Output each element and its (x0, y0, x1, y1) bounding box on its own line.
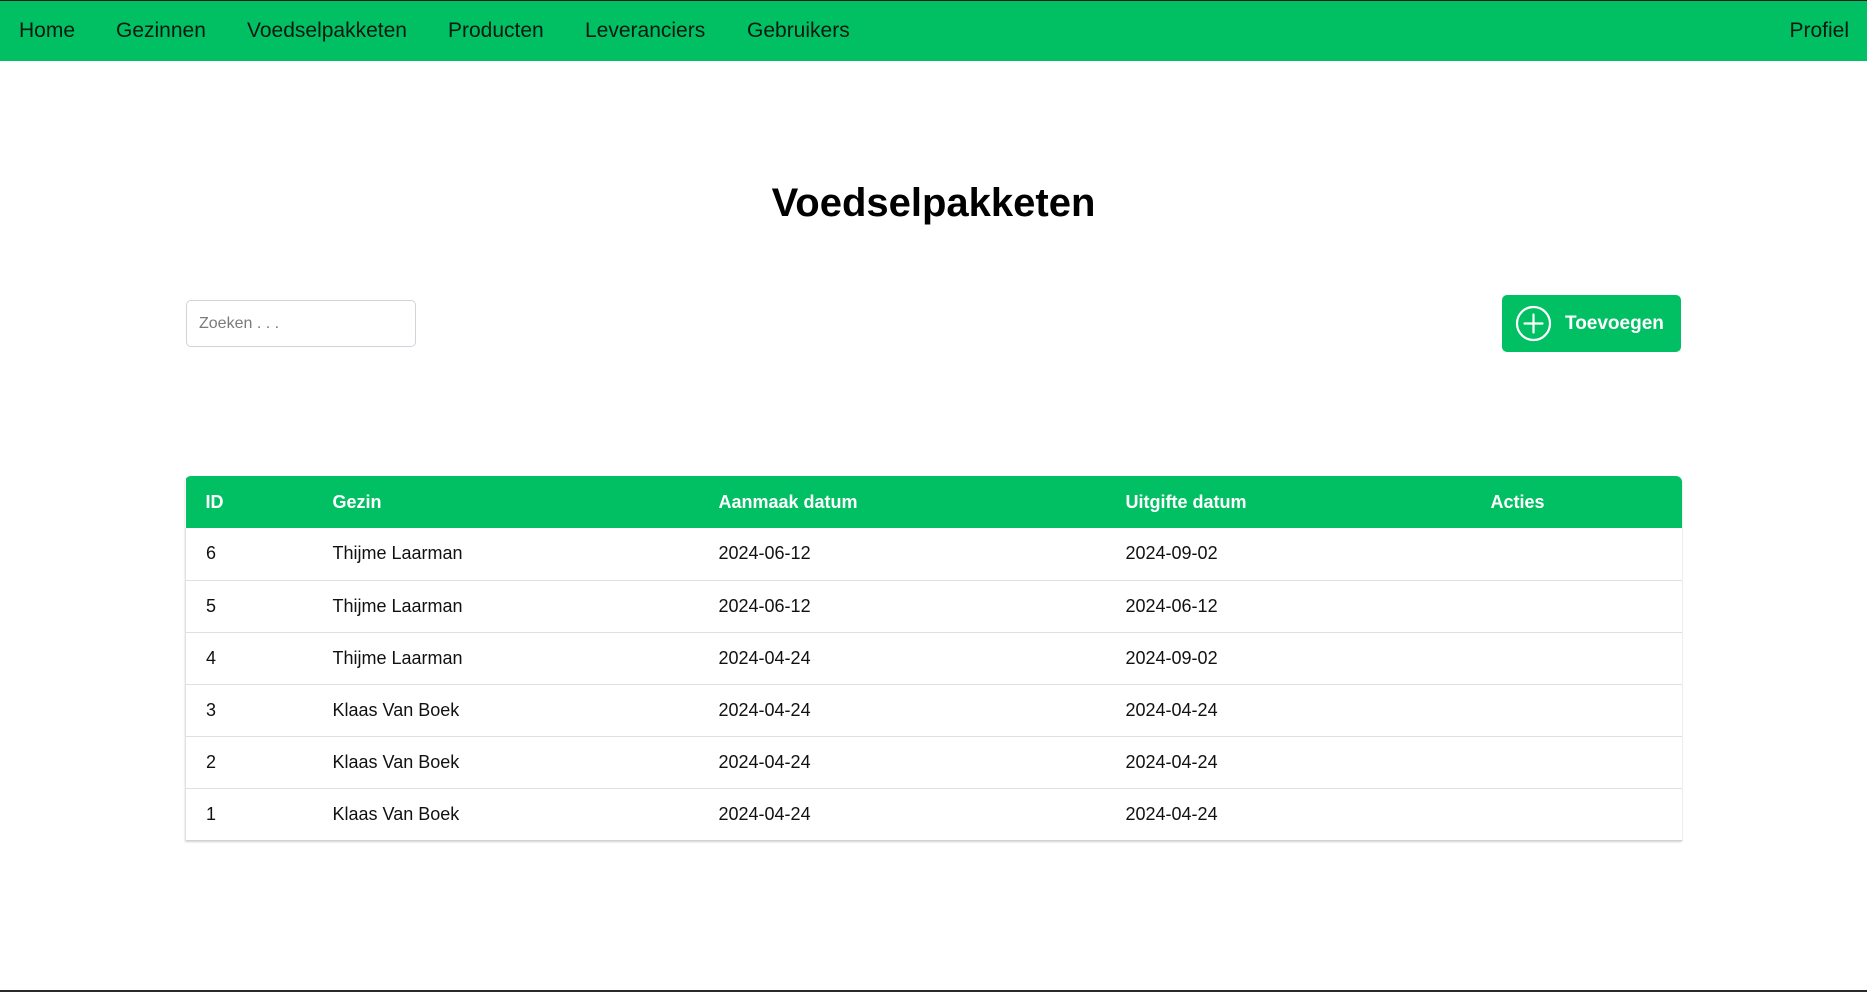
nav-item-voedselpakketen[interactable]: Voedselpakketen (247, 1, 407, 61)
nav-item-profiel[interactable]: Profiel (1789, 1, 1849, 61)
cell-uitgifte-datum: 2024-04-24 (1125, 803, 1218, 824)
cell-uitgifte-datum: 2024-04-24 (1125, 751, 1218, 772)
table-row[interactable]: 6 Thijme Laarman 2024-06-12 2024-09-02 (185, 528, 1682, 580)
cell-gezin: Klaas Van Boek (332, 751, 460, 772)
add-button[interactable]: Toevoegen (1502, 295, 1681, 352)
cell-aanmaak-datum: 2024-04-24 (718, 751, 811, 772)
cell-gezin: Klaas Van Boek (332, 803, 460, 824)
page-title: Voedselpakketen (771, 181, 1096, 225)
cell-id: 4 (185, 632, 313, 684)
page: Home Gezinnen Voedselpakketen Producten … (0, 0, 1867, 992)
column-header-gezin[interactable]: Gezin (313, 476, 699, 528)
cell-uitgifte-datum: 2024-04-24 (1125, 699, 1218, 720)
nav-item-producten[interactable]: Producten (448, 1, 544, 61)
table-row[interactable]: 3 Klaas Van Boek 2024-04-24 2024-04-24 (185, 684, 1682, 736)
nav-item-leveranciers[interactable]: Leveranciers (585, 1, 705, 61)
cell-aanmaak-datum: 2024-04-24 (718, 803, 811, 824)
cell-acties (1470, 580, 1682, 632)
nav-item-gezinnen[interactable]: Gezinnen (116, 1, 206, 61)
cell-id: 5 (185, 580, 313, 632)
table-row[interactable]: 2 Klaas Van Boek 2024-04-24 2024-04-24 (185, 736, 1682, 788)
column-header-uitgifte-datum[interactable]: Uitgifte datum (1106, 476, 1471, 528)
search-input[interactable] (186, 300, 416, 347)
table-row[interactable]: 5 Thijme Laarman 2024-06-12 2024-06-12 (185, 580, 1682, 632)
cell-aanmaak-datum: 2024-04-24 (718, 699, 811, 720)
cell-aanmaak-datum: 2024-04-24 (718, 647, 811, 668)
voedselpakketen-table: ID Gezin Aanmaak datum Uitgifte datum Ac… (185, 476, 1682, 841)
cell-acties (1470, 632, 1682, 684)
cell-id: 2 (185, 736, 313, 788)
cell-id: 3 (185, 684, 313, 736)
cell-uitgifte-datum: 2024-09-02 (1125, 543, 1218, 564)
cell-uitgifte-datum: 2024-09-02 (1125, 647, 1218, 668)
cell-id: 6 (185, 528, 313, 580)
cell-acties (1470, 528, 1682, 580)
table-row[interactable]: 4 Thijme Laarman 2024-04-24 2024-09-02 (185, 632, 1682, 684)
cell-acties (1470, 684, 1682, 736)
column-header-aanmaak-datum[interactable]: Aanmaak datum (699, 476, 1106, 528)
cell-acties (1470, 788, 1682, 840)
nav-item-home[interactable]: Home (19, 1, 75, 61)
cell-acties (1470, 736, 1682, 788)
add-button-label: Toevoegen (1565, 313, 1664, 334)
cell-gezin: Thijme Laarman (332, 543, 463, 564)
cell-gezin: Thijme Laarman (332, 647, 463, 668)
cell-aanmaak-datum: 2024-06-12 (718, 543, 811, 564)
cell-uitgifte-datum: 2024-06-12 (1125, 595, 1218, 616)
cell-gezin: Thijme Laarman (332, 595, 463, 616)
cell-id: 1 (185, 788, 313, 840)
cell-gezin: Klaas Van Boek (332, 699, 460, 720)
table-header-row: ID Gezin Aanmaak datum Uitgifte datum Ac… (185, 476, 1682, 528)
top-navbar: Home Gezinnen Voedselpakketen Producten … (0, 1, 1867, 61)
table-row[interactable]: 1 Klaas Van Boek 2024-04-24 2024-04-24 (185, 788, 1682, 840)
column-header-acties: Acties (1490, 491, 1545, 512)
cell-aanmaak-datum: 2024-06-12 (718, 595, 811, 616)
column-header-id[interactable]: ID (186, 476, 313, 528)
plus-circle-icon (1515, 305, 1552, 342)
nav-item-gebruikers[interactable]: Gebruikers (747, 1, 850, 61)
